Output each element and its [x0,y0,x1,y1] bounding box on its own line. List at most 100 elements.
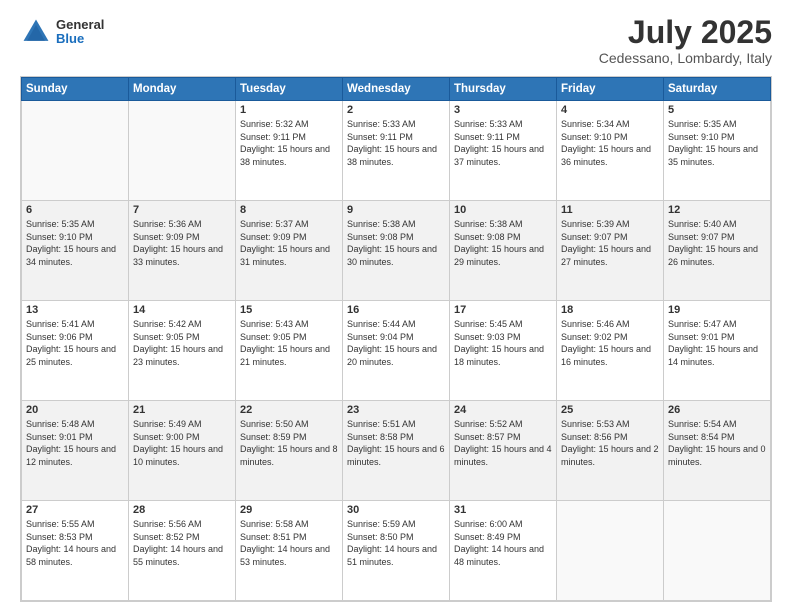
day-number: 16 [347,304,445,316]
calendar-week-row: 20 Sunrise: 5:48 AM Sunset: 9:01 PM Dayli… [22,401,771,501]
calendar-day-cell [22,101,129,201]
calendar-day-cell: 5Sunrise: 5:35 AM Sunset: 9:10 PM Daylig… [664,101,771,201]
day-info: Sunrise: 5:58 AM Sunset: 8:51 PM Dayligh… [240,518,338,568]
day-number: 20 [26,404,124,416]
day-info: Sunrise: 5:46 AM Sunset: 9:02 PM Dayligh… [561,318,659,368]
day-number: 7 [133,204,231,216]
day-number: 1 [240,104,338,116]
day-info: Sunrise: 5:32 AM Sunset: 9:11 PM Dayligh… [240,118,338,168]
day-number: 4 [561,104,659,116]
calendar-day-cell: 3 Sunrise: 5:33 AM Sunset: 9:11 PM Daylig… [450,101,557,201]
day-info: Sunrise: 5:52 AM Sunset: 8:57 PM Dayligh… [454,418,552,468]
day-info: Sunrise: 5:38 AM Sunset: 9:08 PM Dayligh… [347,218,445,268]
calendar-day-cell [129,101,236,201]
calendar-day-cell: 22Sunrise: 5:50 AM Sunset: 8:59 PM Dayli… [236,401,343,501]
calendar-day-cell: 18Sunrise: 5:46 AM Sunset: 9:02 PM Dayli… [557,301,664,401]
calendar-day-cell: 17 Sunrise: 5:45 AM Sunset: 9:03 PM Dayli… [450,301,557,401]
weekday-wednesday: Wednesday [343,78,450,101]
page: General Blue July 2025 Cedessano, Lombar… [0,0,792,612]
day-number: 10 [454,204,552,216]
day-info: Sunrise: 5:55 AM Sunset: 8:53 PM Dayligh… [26,518,124,568]
day-info: Sunrise: 5:56 AM Sunset: 8:52 PM Dayligh… [133,518,231,568]
day-number: 30 [347,504,445,516]
day-info: Sunrise: 5:59 AM Sunset: 8:50 PM Dayligh… [347,518,445,568]
day-number: 3 [454,104,552,116]
day-info: Sunrise: 5:38 AM Sunset: 9:08 PM Dayligh… [454,218,552,268]
day-number: 9 [347,204,445,216]
day-info: Sunrise: 5:35 AM Sunset: 9:10 PM Dayligh… [668,118,766,168]
calendar-day-cell: 7 Sunrise: 5:36 AM Sunset: 9:09 PM Daylig… [129,201,236,301]
day-info: Sunrise: 5:35 AM Sunset: 9:10 PM Dayligh… [26,218,124,268]
day-info: Sunrise: 5:44 AM Sunset: 9:04 PM Dayligh… [347,318,445,368]
day-number: 21 [133,404,231,416]
title-block: July 2025 Cedessano, Lombardy, Italy [599,16,772,66]
day-number: 24 [454,404,552,416]
day-info: Sunrise: 5:54 AM Sunset: 8:54 PM Dayligh… [668,418,766,468]
day-info: Sunrise: 5:41 AM Sunset: 9:06 PM Dayligh… [26,318,124,368]
day-info: Sunrise: 5:47 AM Sunset: 9:01 PM Dayligh… [668,318,766,368]
day-number: 13 [26,304,124,316]
day-info: Sunrise: 5:49 AM Sunset: 9:00 PM Dayligh… [133,418,231,468]
weekday-header-row: SundayMondayTuesdayWednesdayThursdayFrid… [22,78,771,101]
calendar-day-cell: 15Sunrise: 5:43 AM Sunset: 9:05 PM Dayli… [236,301,343,401]
logo-text: General Blue [56,18,104,47]
day-info: Sunrise: 5:45 AM Sunset: 9:03 PM Dayligh… [454,318,552,368]
day-info: Sunrise: 5:33 AM Sunset: 9:11 PM Dayligh… [454,118,552,168]
calendar-day-cell: 23 Sunrise: 5:51 AM Sunset: 8:58 PM Dayli… [343,401,450,501]
calendar-title: July 2025 [599,16,772,48]
calendar-week-row: 27 Sunrise: 5:55 AM Sunset: 8:53 PM Dayli… [22,501,771,601]
day-number: 27 [26,504,124,516]
calendar: SundayMondayTuesdayWednesdayThursdayFrid… [20,76,772,602]
day-number: 23 [347,404,445,416]
calendar-day-cell: 28 Sunrise: 5:56 AM Sunset: 8:52 PM Dayli… [129,501,236,601]
calendar-day-cell: 4Sunrise: 5:34 AM Sunset: 9:10 PM Daylig… [557,101,664,201]
logo-general-label: General [56,18,104,32]
calendar-day-cell: 26 Sunrise: 5:54 AM Sunset: 8:54 PM Dayli… [664,401,771,501]
calendar-day-cell: 8Sunrise: 5:37 AM Sunset: 9:09 PM Daylig… [236,201,343,301]
day-info: Sunrise: 5:43 AM Sunset: 9:05 PM Dayligh… [240,318,338,368]
weekday-saturday: Saturday [664,78,771,101]
day-info: Sunrise: 5:36 AM Sunset: 9:09 PM Dayligh… [133,218,231,268]
header: General Blue July 2025 Cedessano, Lombar… [20,16,772,66]
calendar-day-cell: 2 Sunrise: 5:33 AM Sunset: 9:11 PM Daylig… [343,101,450,201]
day-number: 19 [668,304,766,316]
day-info: Sunrise: 5:48 AM Sunset: 9:01 PM Dayligh… [26,418,124,468]
calendar-day-cell: 24 Sunrise: 5:52 AM Sunset: 8:57 PM Dayli… [450,401,557,501]
day-info: Sunrise: 5:40 AM Sunset: 9:07 PM Dayligh… [668,218,766,268]
day-info: Sunrise: 5:42 AM Sunset: 9:05 PM Dayligh… [133,318,231,368]
calendar-day-cell [557,501,664,601]
calendar-day-cell: 13 Sunrise: 5:41 AM Sunset: 9:06 PM Dayli… [22,301,129,401]
calendar-subtitle: Cedessano, Lombardy, Italy [599,50,772,66]
calendar-day-cell: 14Sunrise: 5:42 AM Sunset: 9:05 PM Dayli… [129,301,236,401]
day-info: Sunrise: 5:53 AM Sunset: 8:56 PM Dayligh… [561,418,659,468]
calendar-day-cell: 25 Sunrise: 5:53 AM Sunset: 8:56 PM Dayli… [557,401,664,501]
day-number: 25 [561,404,659,416]
calendar-day-cell: 16 Sunrise: 5:44 AM Sunset: 9:04 PM Dayli… [343,301,450,401]
day-number: 29 [240,504,338,516]
day-info: Sunrise: 5:33 AM Sunset: 9:11 PM Dayligh… [347,118,445,168]
day-number: 2 [347,104,445,116]
day-number: 17 [454,304,552,316]
calendar-day-cell: 19 Sunrise: 5:47 AM Sunset: 9:01 PM Dayli… [664,301,771,401]
calendar-day-cell: 6 Sunrise: 5:35 AM Sunset: 9:10 PM Daylig… [22,201,129,301]
day-number: 28 [133,504,231,516]
logo-icon [20,16,52,48]
calendar-day-cell [664,501,771,601]
day-info: Sunrise: 5:37 AM Sunset: 9:09 PM Dayligh… [240,218,338,268]
day-number: 26 [668,404,766,416]
day-number: 12 [668,204,766,216]
calendar-day-cell: 11 Sunrise: 5:39 AM Sunset: 9:07 PM Dayli… [557,201,664,301]
day-number: 11 [561,204,659,216]
weekday-friday: Friday [557,78,664,101]
calendar-week-row: 1 Sunrise: 5:32 AM Sunset: 9:11 PM Daylig… [22,101,771,201]
calendar-day-cell: 20 Sunrise: 5:48 AM Sunset: 9:01 PM Dayli… [22,401,129,501]
day-number: 6 [26,204,124,216]
weekday-tuesday: Tuesday [236,78,343,101]
calendar-day-cell: 21 Sunrise: 5:49 AM Sunset: 9:00 PM Dayli… [129,401,236,501]
calendar-day-cell: 27 Sunrise: 5:55 AM Sunset: 8:53 PM Dayli… [22,501,129,601]
calendar-day-cell: 30 Sunrise: 5:59 AM Sunset: 8:50 PM Dayli… [343,501,450,601]
day-info: Sunrise: 5:51 AM Sunset: 8:58 PM Dayligh… [347,418,445,468]
calendar-week-row: 6 Sunrise: 5:35 AM Sunset: 9:10 PM Daylig… [22,201,771,301]
calendar-day-cell: 29 Sunrise: 5:58 AM Sunset: 8:51 PM Dayli… [236,501,343,601]
day-info: Sunrise: 5:39 AM Sunset: 9:07 PM Dayligh… [561,218,659,268]
